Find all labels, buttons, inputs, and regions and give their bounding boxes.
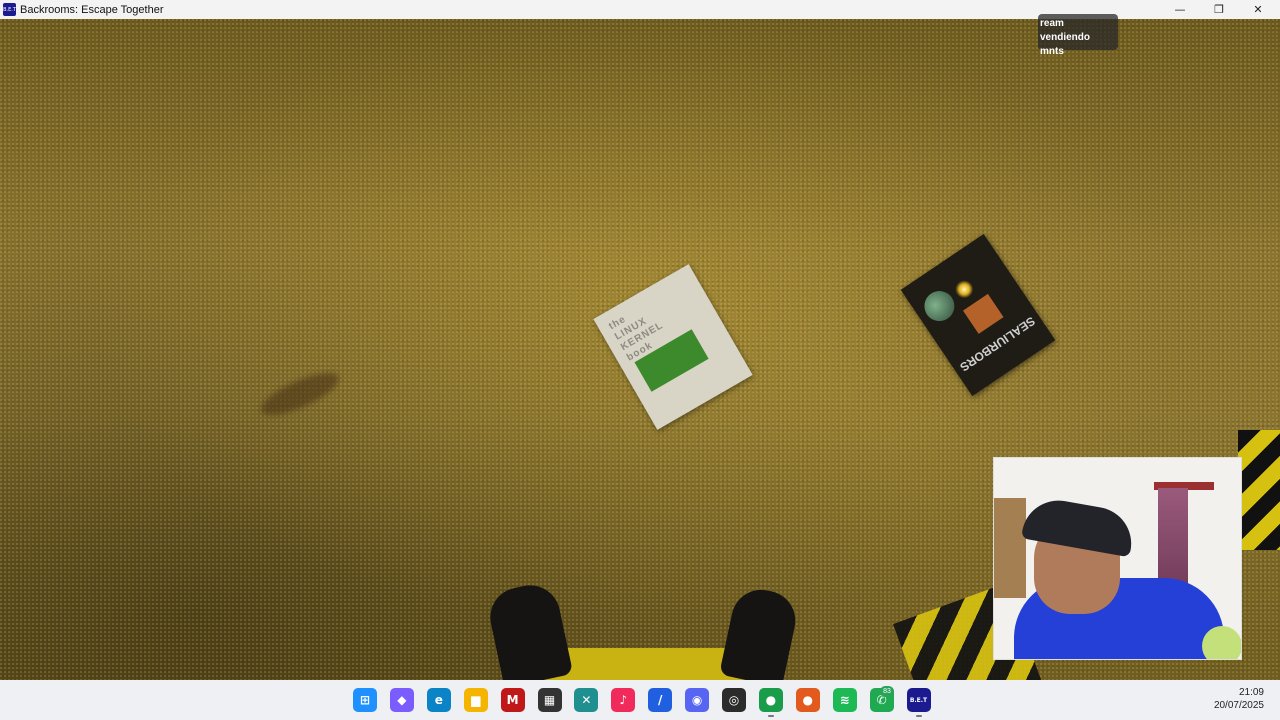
whatsapp-badge: 83 <box>880 686 894 697</box>
discord-icon[interactable]: ◉ <box>685 688 710 712</box>
window-title: Backrooms: Escape Together <box>20 3 164 16</box>
running-indicator <box>915 715 922 717</box>
overlay-line-2: mnts <box>1040 46 1064 57</box>
copilot-icon[interactable]: ◆ <box>389 688 414 712</box>
edge-icon[interactable]: e <box>426 688 451 712</box>
bet-game-icon[interactable]: B.E.T <box>906 688 931 712</box>
chrome-profile-icon[interactable]: ● <box>795 688 820 712</box>
start-icon[interactable]: ⊞ <box>353 688 377 712</box>
running-indicator <box>767 715 774 717</box>
clock-date: 20/07/2025 <box>1213 700 1264 711</box>
editor-icon[interactable]: / <box>648 688 673 712</box>
webcam-door <box>994 498 1026 598</box>
close-button[interactable]: ✕ <box>1238 0 1278 19</box>
webcam-feed <box>993 457 1242 660</box>
overlay-line-1: ream vendiendo <box>1040 18 1091 43</box>
tiktok-icon[interactable]: ♪ <box>611 688 636 712</box>
clock-time: 21:09 <box>1238 687 1264 698</box>
store-icon[interactable]: ▦ <box>537 688 562 712</box>
taskbar <box>0 680 1280 720</box>
chrome-icon[interactable]: ● <box>758 688 783 712</box>
stream-overlay-message: ream vendiendo mnts <box>1038 14 1118 57</box>
spotify-icon[interactable]: ≋ <box>832 688 857 712</box>
taskbar-clock[interactable]: 21:09 20/07/2025 <box>1214 686 1264 712</box>
mcafee-icon[interactable]: M <box>500 688 525 712</box>
file-explorer-icon[interactable]: ▆ <box>463 688 488 712</box>
hazard-stripe-right <box>1238 430 1280 550</box>
game-app-icon: B.E.T <box>3 3 16 16</box>
book-planet-art <box>918 285 961 327</box>
book-star-burst <box>951 276 977 302</box>
capcut-icon[interactable]: ✕ <box>574 688 599 712</box>
maximize-button[interactable]: ❐ <box>1199 0 1239 19</box>
webcam-green-object <box>1202 626 1241 659</box>
book-orange-art <box>962 293 1004 334</box>
obs-icon[interactable]: ◎ <box>722 688 746 712</box>
minimize-button[interactable]: — <box>1160 0 1200 19</box>
